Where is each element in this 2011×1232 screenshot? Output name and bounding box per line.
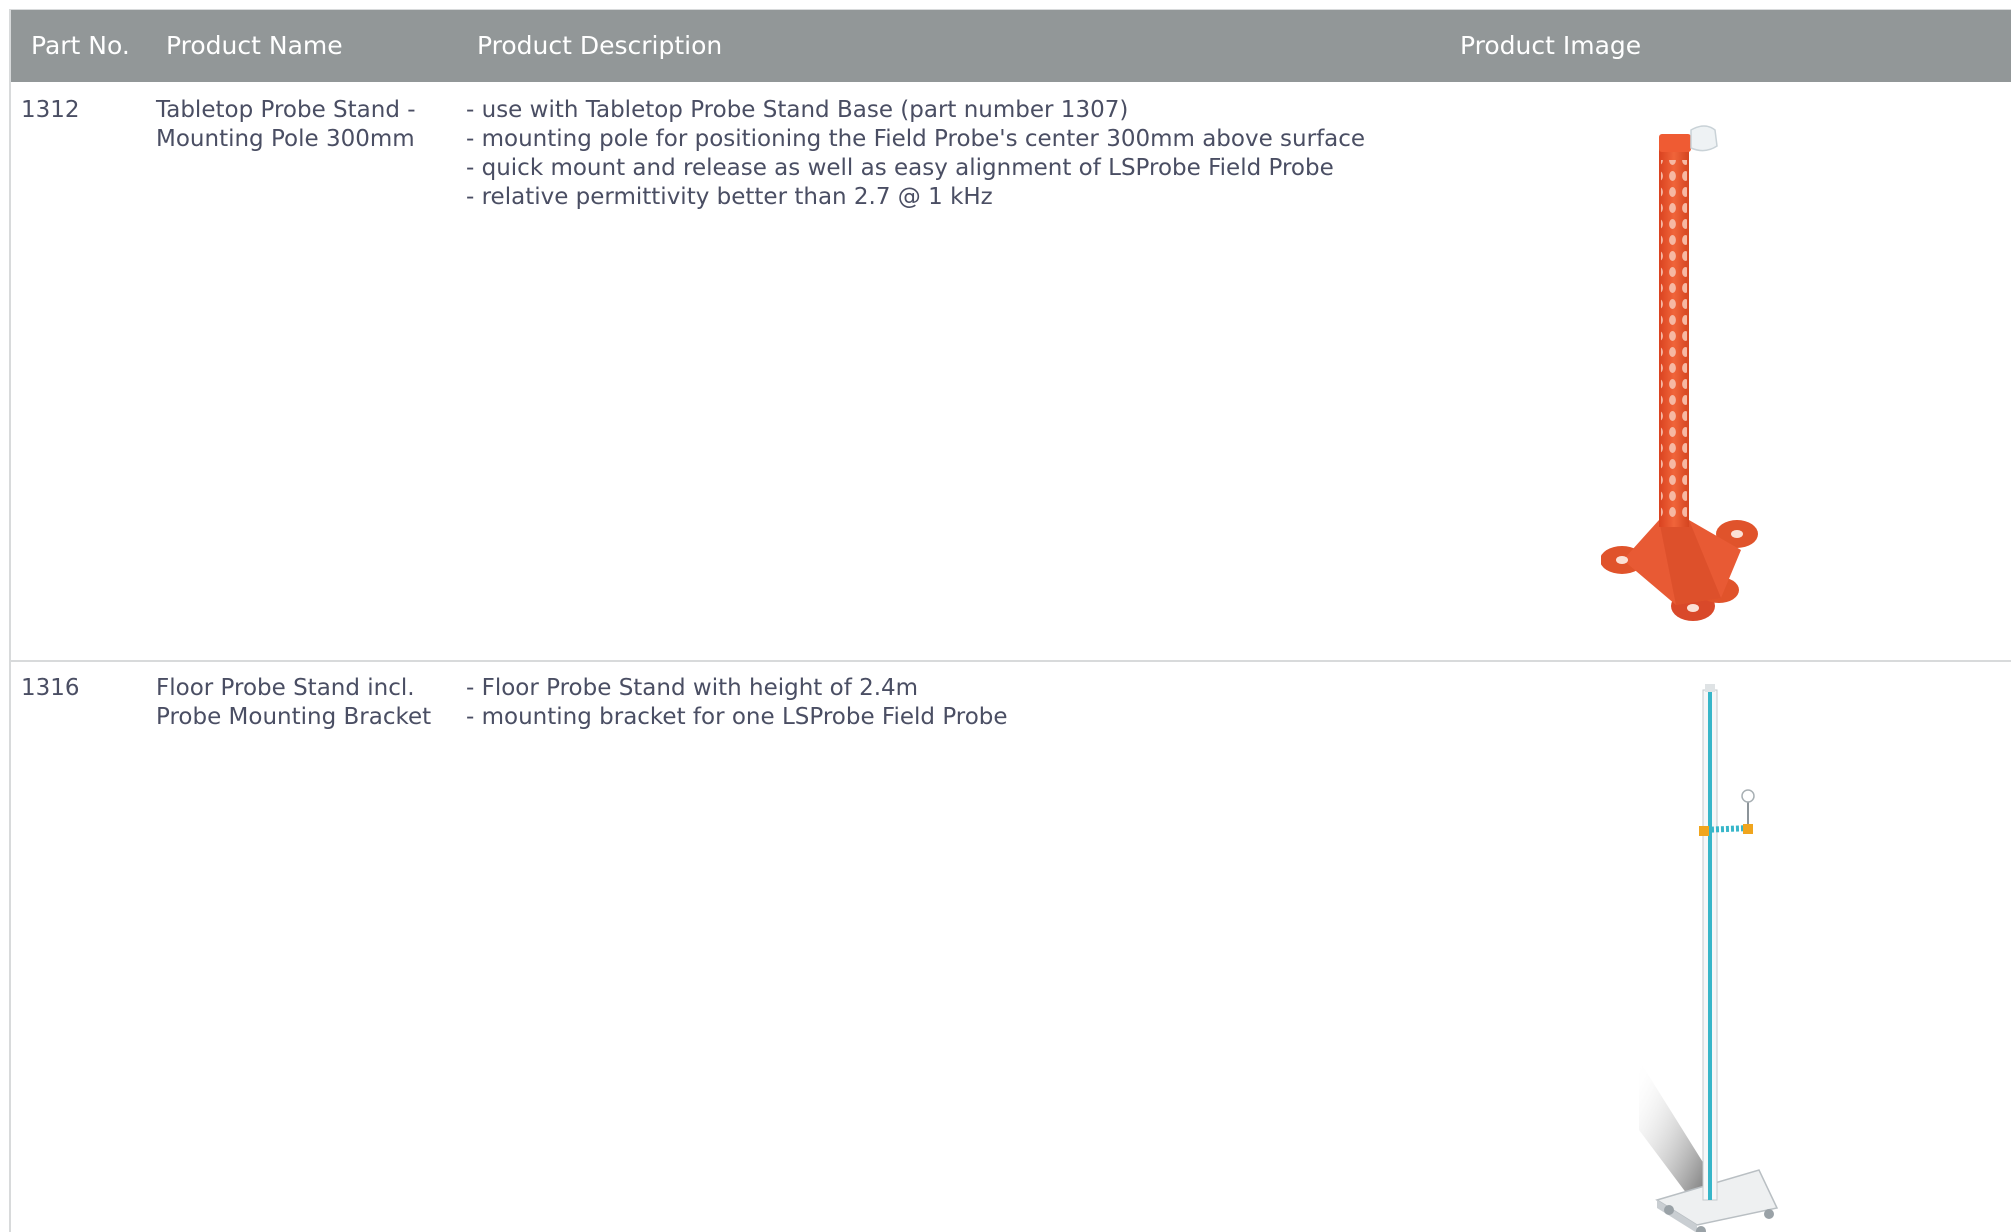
header-part-no: Part No.: [31, 31, 130, 60]
part-number: 1312: [21, 97, 80, 123]
part-number: 1316: [21, 675, 80, 701]
product-name: Floor Probe Stand incl. Probe Mounting B…: [156, 674, 431, 732]
product-image-mounting-pole: [1600, 120, 1776, 630]
product-name: Tabletop Probe Stand - Mounting Pole 300…: [156, 96, 416, 154]
product-name-line: Floor Probe Stand incl.: [156, 675, 415, 701]
table-header: Part No. Product Name Product Descriptio…: [11, 10, 2011, 82]
description-line: - mounting pole for positioning the Fiel…: [466, 126, 1366, 152]
table-row: 1312 Tabletop Probe Stand - Mounting Pol…: [11, 82, 2011, 662]
table-row: 1316 Floor Probe Stand incl. Probe Mount…: [11, 662, 2011, 1232]
description-line: - mounting bracket for one LSProbe Field…: [466, 704, 1008, 730]
header-product-name: Product Name: [166, 31, 343, 60]
description-line: - Floor Probe Stand with height of 2.4m: [466, 675, 919, 701]
description-line: - use with Tabletop Probe Stand Base (pa…: [466, 97, 1129, 123]
mounting-pole-illustration: [1600, 125, 1758, 621]
product-description: - use with Tabletop Probe Stand Base (pa…: [466, 96, 1365, 212]
product-name-line: Probe Mounting Bracket: [156, 704, 432, 730]
product-image-floor-stand: [1639, 680, 1809, 1232]
product-description: - Floor Probe Stand with height of 2.4m …: [466, 674, 1008, 732]
product-name-line: Tabletop Probe Stand -: [156, 97, 416, 123]
product-table: Part No. Product Name Product Descriptio…: [9, 9, 2011, 1232]
product-table-page: Part No. Product Name Product Descriptio…: [0, 0, 2011, 1232]
floor-stand-illustration: [1639, 684, 1779, 1232]
product-name-line: Mounting Pole 300mm: [156, 126, 415, 152]
header-product-image: Product Image: [1460, 31, 1642, 60]
description-line: - relative permittivity better than 2.7 …: [466, 184, 993, 210]
description-line: - quick mount and release as well as eas…: [466, 155, 1334, 181]
header-product-description: Product Description: [477, 31, 723, 60]
